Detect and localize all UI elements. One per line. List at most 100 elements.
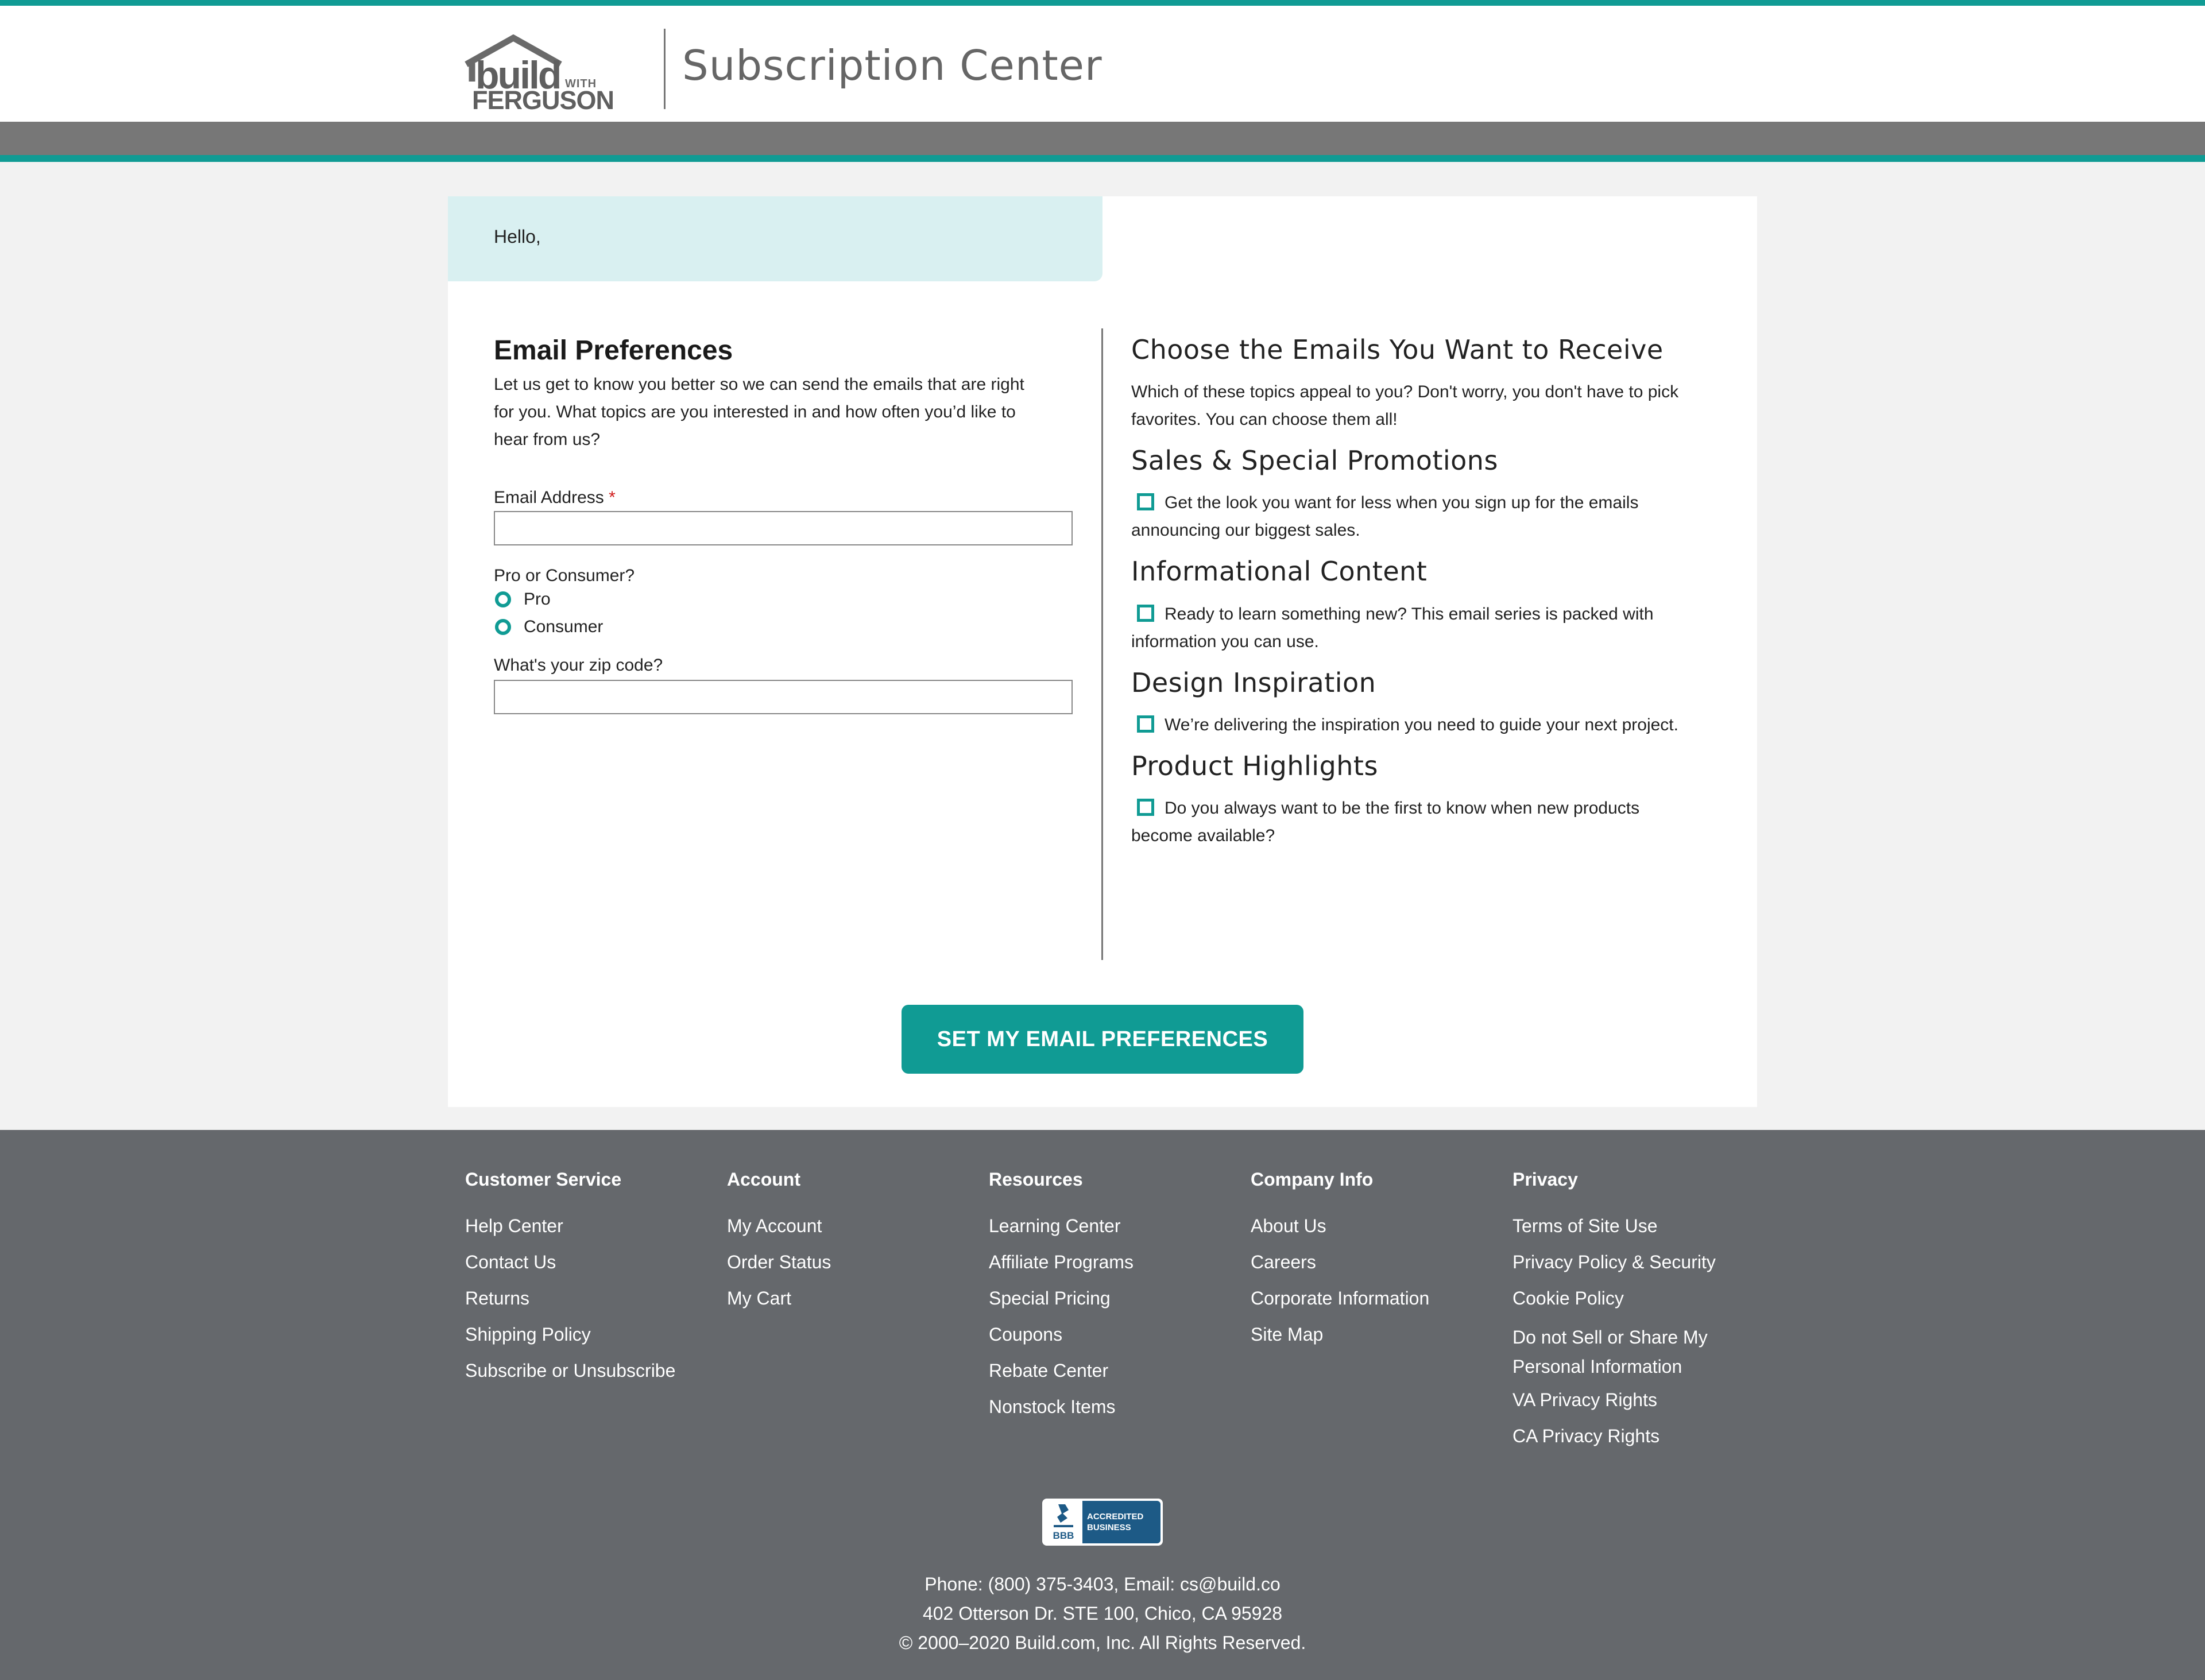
footer-link-shipping-policy[interactable]: Shipping Policy <box>465 1323 718 1346</box>
page-title: Subscription Center <box>682 41 1102 90</box>
radio-button-icon[interactable] <box>495 591 511 607</box>
set-email-preferences-button[interactable]: SET MY EMAIL PREFERENCES <box>902 1005 1303 1074</box>
header-teal-band <box>0 155 2205 162</box>
topic-line: Ready to learn something new? This email… <box>1165 604 1654 624</box>
header-divider <box>664 29 666 109</box>
topics-intro-line: Which of these topics appeal to you? Don… <box>1131 382 1679 402</box>
bbb-label-line: BUSINESS <box>1087 1523 1131 1532</box>
pro-consumer-group: Pro or Consumer? Pro Consumer <box>494 566 1074 641</box>
footer-link-corporate-information[interactable]: Corporate Information <box>1251 1287 1503 1310</box>
topic-line: We’re delivering the inspiration you nee… <box>1165 715 1678 734</box>
footer-link-affiliate-programs[interactable]: Affiliate Programs <box>989 1251 1241 1273</box>
product-highlights-checkbox[interactable] <box>1137 799 1154 816</box>
topic-description: Get the look you want for less when you … <box>1131 489 1728 544</box>
email-preferences-title: Email Preferences <box>494 335 733 366</box>
bbb-torch-icon: BBB <box>1053 1504 1074 1541</box>
footer-heading: Privacy <box>1512 1169 1578 1190</box>
intro-line: for you. What topics are you interested … <box>494 402 1016 421</box>
footer-link-contact-us[interactable]: Contact Us <box>465 1251 718 1273</box>
design-inspiration-checkbox[interactable] <box>1137 715 1154 733</box>
email-field-group: Email Address * <box>494 488 1074 545</box>
topic-description: Ready to learn something new? This email… <box>1131 601 1728 656</box>
footer-link-about-us[interactable]: About Us <box>1251 1214 1503 1237</box>
topic-description: We’re delivering the inspiration you nee… <box>1131 711 1728 739</box>
footer-heading: Resources <box>989 1169 1083 1190</box>
footer-link-returns[interactable]: Returns <box>465 1287 718 1310</box>
footer-copyright: © 2000–2020 Build.com, Inc. All Rights R… <box>899 1632 1306 1653</box>
footer-heading: Account <box>727 1169 800 1190</box>
footer-heading: Company Info <box>1251 1169 1374 1190</box>
topic-line: Get the look you want for less when you … <box>1165 493 1639 513</box>
footer-link-subscribe-unsubscribe[interactable]: Subscribe or Unsubscribe <box>465 1359 718 1382</box>
informational-content-checkbox[interactable] <box>1137 604 1154 622</box>
top-accent-stripe <box>0 0 2205 6</box>
bbb-mark-text: BBB <box>1053 1530 1074 1541</box>
footer-column-resources: Resources Learning Center Affiliate Prog… <box>989 1169 1241 1431</box>
greeting-banner: Hello, <box>448 196 1102 281</box>
radio-label: Consumer <box>524 617 604 636</box>
footer-link-nonstock-items[interactable]: Nonstock Items <box>989 1395 1241 1418</box>
email-label-text: Email Address <box>494 487 604 507</box>
footer-column-company-info: Company Info About Us Careers Corporate … <box>1251 1169 1503 1359</box>
header-gray-band <box>0 122 2205 155</box>
footer-link-ca-privacy-rights[interactable]: CA Privacy Rights <box>1512 1424 1742 1447</box>
zip-label: What's your zip code? <box>494 655 663 675</box>
topics-intro-line: favorites. You can choose them all! <box>1131 410 1398 429</box>
build-with-ferguson-logo[interactable]: build WITH FERGUSON <box>464 34 613 112</box>
topics-heading: Choose the Emails You Want to Receive <box>1131 334 1664 365</box>
topic-title: Product Highlights <box>1131 750 1378 781</box>
footer-link-coupons[interactable]: Coupons <box>989 1323 1241 1346</box>
footer-link-va-privacy-rights[interactable]: VA Privacy Rights <box>1512 1388 1742 1411</box>
zip-input[interactable] <box>494 679 1073 714</box>
required-marker: * <box>609 487 616 507</box>
radio-option-consumer[interactable]: Consumer <box>494 613 1074 641</box>
topic-design-inspiration: Design Inspiration We’re delivering the … <box>1131 667 1728 739</box>
footer-heading: Customer Service <box>465 1169 622 1190</box>
bbb-label-line: ACCREDITED <box>1087 1512 1144 1522</box>
pro-consumer-label: Pro or Consumer? <box>494 566 635 585</box>
footer-link-rebate-center[interactable]: Rebate Center <box>989 1359 1241 1382</box>
footer-link-special-pricing[interactable]: Special Pricing <box>989 1287 1241 1310</box>
zip-field-group: What's your zip code? <box>494 656 1074 714</box>
topics-intro: Which of these topics appeal to you? Don… <box>1131 378 1728 433</box>
email-topics-section: Choose the Emails You Want to Receive Wh… <box>1131 334 1728 850</box>
topic-title: Design Inspiration <box>1131 667 1376 698</box>
footer-link-order-status[interactable]: Order Status <box>727 1251 980 1273</box>
topic-line: announcing our biggest sales. <box>1131 521 1360 540</box>
footer-link-cookie-policy[interactable]: Cookie Policy <box>1512 1287 1742 1310</box>
footer-link-help-center[interactable]: Help Center <box>465 1214 718 1237</box>
footer-address-line: 402 Otterson Dr. STE 100, Chico, CA 9592… <box>922 1603 1283 1624</box>
topic-title: Informational Content <box>1131 556 1428 587</box>
radio-option-pro[interactable]: Pro <box>494 586 1074 613</box>
footer-contact-line: Phone: (800) 375-3403, Email: cs@build.c… <box>924 1574 1281 1594</box>
footer-link-careers[interactable]: Careers <box>1251 1251 1503 1273</box>
footer-link-terms-of-site-use[interactable]: Terms of Site Use <box>1512 1214 1742 1237</box>
intro-line: hear from us? <box>494 429 601 449</box>
radio-button-icon[interactable] <box>495 618 511 635</box>
topic-line: Do you always want to be the first to kn… <box>1165 798 1640 818</box>
house-logo-icon: build WITH FERGUSON <box>465 34 613 112</box>
site-footer: Customer Service Help Center Contact Us … <box>0 1130 2205 1680</box>
greeting-text: Hello, <box>494 226 541 247</box>
footer-column-customer-service: Customer Service Help Center Contact Us … <box>465 1169 718 1395</box>
radio-label: Pro <box>524 589 551 609</box>
footer-column-account: Account My Account Order Status My Cart <box>727 1169 980 1323</box>
footer-link-my-cart[interactable]: My Cart <box>727 1287 980 1310</box>
bbb-accredited-badge[interactable]: BBB ACCREDITED BUSINESS <box>1042 1499 1163 1546</box>
site-header: build WITH FERGUSON Subscription Center <box>0 6 2205 122</box>
email-preferences-section: Email Preferences Let us get to know you… <box>494 334 1074 714</box>
footer-link-do-not-sell[interactable]: Do not Sell or Share My Personal Informa… <box>1512 1323 1742 1381</box>
topic-line: information you can use. <box>1131 632 1319 651</box>
email-input[interactable] <box>494 510 1073 545</box>
topic-product-highlights: Product Highlights Do you always want to… <box>1131 750 1728 850</box>
sales-promotions-checkbox[interactable] <box>1137 493 1154 511</box>
topic-title: Sales & Special Promotions <box>1131 445 1498 477</box>
column-divider <box>1101 328 1103 960</box>
email-label: Email Address * <box>494 488 1074 508</box>
footer-link-learning-center[interactable]: Learning Center <box>989 1214 1241 1237</box>
footer-link-privacy-policy[interactable]: Privacy Policy & Security <box>1512 1251 1742 1273</box>
footer-link-my-account[interactable]: My Account <box>727 1214 980 1237</box>
footer-column-privacy: Privacy Terms of Site Use Privacy Policy… <box>1512 1169 1742 1461</box>
topic-description: Do you always want to be the first to kn… <box>1131 795 1728 850</box>
footer-link-site-map[interactable]: Site Map <box>1251 1323 1503 1346</box>
